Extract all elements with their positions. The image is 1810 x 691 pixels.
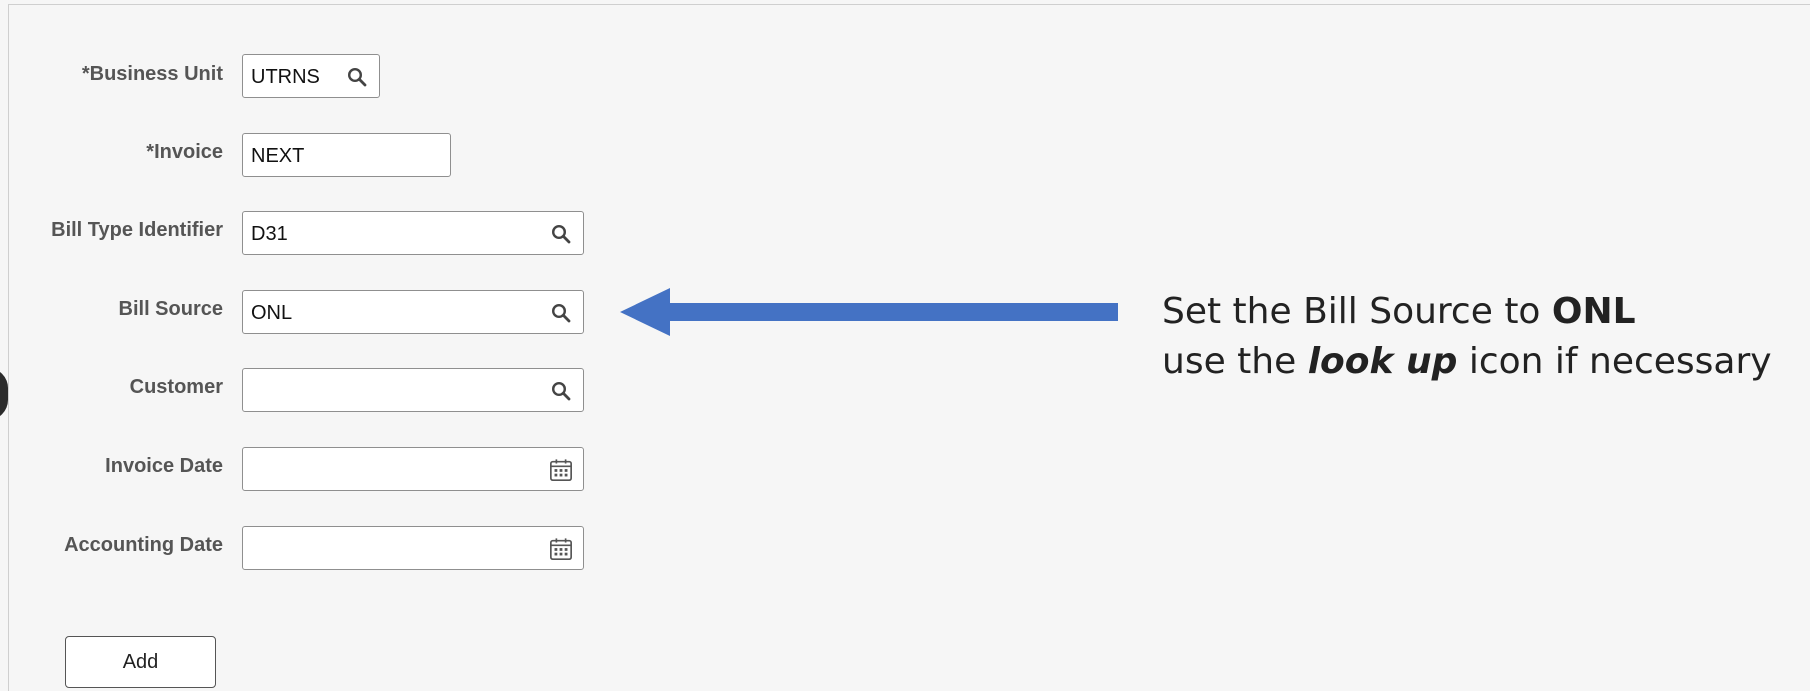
- bill-source-label: Bill Source: [118, 298, 223, 320]
- annotation-emphasis: look up: [1307, 341, 1458, 382]
- customer-label: Customer: [129, 376, 223, 398]
- annotation-bold-value: ONL: [1551, 291, 1636, 332]
- invoice-date-label: Invoice Date: [105, 455, 223, 477]
- calendar-icon[interactable]: [549, 537, 573, 561]
- invoice-date-field[interactable]: [242, 447, 584, 491]
- search-icon[interactable]: [345, 65, 369, 89]
- accounting-date-label: Accounting Date: [64, 534, 223, 556]
- customer-field[interactable]: [242, 368, 584, 412]
- annotation-line-1: Set the Bill Source to ONL: [1162, 291, 1636, 332]
- add-button[interactable]: Add: [65, 636, 216, 688]
- search-icon[interactable]: [549, 379, 573, 403]
- bill-type-identifier-label: Bill Type Identifier: [51, 219, 223, 241]
- business-unit-label: *Business Unit: [81, 63, 223, 85]
- bill-type-identifier-value: D31: [251, 223, 288, 245]
- invoice-label: *Invoice: [146, 141, 223, 163]
- business-unit-field[interactable]: UTRNS: [242, 54, 380, 98]
- bill-source-value: ONL: [251, 302, 293, 324]
- invoice-field[interactable]: NEXT: [242, 133, 451, 177]
- invoice-value: NEXT: [251, 145, 305, 167]
- search-icon[interactable]: [549, 222, 573, 246]
- page-border-top: [8, 4, 1810, 5]
- search-icon[interactable]: [549, 301, 573, 325]
- page-border-left: [8, 4, 9, 691]
- annotation-line-2: use the look up icon if necessary: [1162, 341, 1772, 382]
- annotation-text: Set the Bill Source to ONL use the look …: [1162, 287, 1772, 387]
- bill-source-field[interactable]: ONL: [242, 290, 584, 334]
- bill-type-identifier-field[interactable]: D31: [242, 211, 584, 255]
- accounting-date-field[interactable]: [242, 526, 584, 570]
- business-unit-value: UTRNS: [251, 66, 320, 88]
- side-panel-handle[interactable]: [0, 368, 8, 420]
- annotation-arrow: [620, 288, 1118, 336]
- calendar-icon[interactable]: [549, 458, 573, 482]
